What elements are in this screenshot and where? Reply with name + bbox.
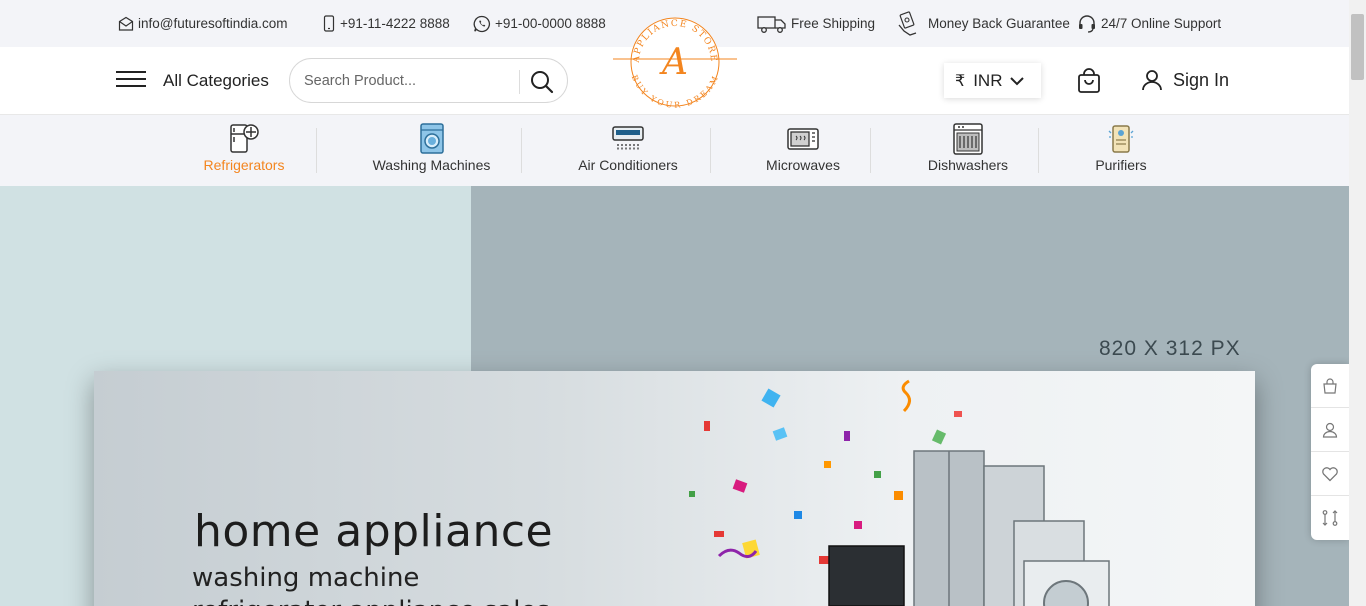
banner-subline-2: refrigerator appliance sales [192, 596, 550, 606]
floating-side-toolbar [1311, 364, 1349, 540]
category-divider [316, 128, 317, 173]
email-text: info@futuresoftindia.com [138, 16, 288, 31]
side-compare-button[interactable] [1311, 496, 1349, 540]
category-divider [521, 128, 522, 173]
whatsapp-link[interactable]: +91-00-0000 8888 [473, 0, 606, 47]
category-divider [1038, 128, 1039, 173]
category-refrigerators[interactable]: Refrigerators [190, 115, 298, 186]
hero-banner[interactable]: 820 X 312 PX home appliance washing mach… [0, 186, 1349, 606]
all-categories-link[interactable]: All Categories [163, 71, 269, 91]
sign-in-link[interactable]: Sign In [1141, 69, 1229, 91]
user-icon [1142, 70, 1162, 91]
scrollbar-thumb[interactable] [1351, 14, 1364, 80]
category-label: Dishwashers [927, 157, 1009, 173]
side-account-button[interactable] [1311, 408, 1349, 452]
currency-label: INR [973, 70, 1003, 90]
hamburger-menu-icon[interactable] [116, 71, 148, 91]
appliance-store-logo[interactable]: APPLIANCE STORE BUY YOUR DREAM A [613, 10, 737, 108]
shopping-bag-icon[interactable] [1076, 68, 1102, 94]
banner-promo-card: home appliance washing machine refrigera… [94, 371, 1255, 606]
category-divider [870, 128, 871, 173]
side-cart-button[interactable] [1311, 364, 1349, 408]
email-link[interactable]: info@futuresoftindia.com [118, 0, 288, 47]
category-label: Refrigerators [203, 157, 285, 173]
whatsapp-text: +91-00-0000 8888 [495, 16, 606, 31]
free-shipping-info: Free Shipping [757, 0, 875, 47]
search-box [289, 58, 568, 103]
free-shipping-text: Free Shipping [791, 16, 876, 31]
category-nav: Refrigerators Washing Machines Air Condi… [0, 115, 1349, 186]
user-icon [1322, 422, 1338, 438]
category-dishwashers[interactable]: Dishwashers [920, 115, 1016, 186]
cart-icon [1323, 377, 1337, 394]
delivery-truck-icon [757, 15, 786, 33]
online-support-text: 24/7 Online Support [1101, 16, 1222, 31]
side-wishlist-button[interactable] [1311, 452, 1349, 496]
refrigerator-icon [230, 124, 259, 153]
chevron-down-icon [1010, 76, 1025, 85]
svg-text:A: A [659, 42, 688, 83]
money-back-info: Money Back Guarantee [896, 0, 1070, 47]
appliances-confetti-illustration [689, 379, 1110, 606]
banner-size-label: 820 X 312 PX [1099, 337, 1241, 360]
category-label: Air Conditioners [578, 157, 678, 173]
category-microwaves[interactable]: Microwaves [760, 115, 846, 186]
heart-icon [1322, 466, 1338, 481]
whatsapp-icon [473, 15, 491, 32]
mobile-phone-icon [323, 15, 335, 32]
rupee-symbol: ₹ [955, 72, 966, 90]
category-air-conditioners[interactable]: Air Conditioners [570, 115, 686, 186]
banner-subline-1: washing machine [192, 563, 420, 593]
envelope-icon [118, 16, 134, 31]
air-conditioner-icon [612, 126, 644, 150]
phone-text: +91-11-4222 8888 [340, 16, 450, 31]
category-washing-machines[interactable]: Washing Machines [364, 115, 499, 186]
vertical-scrollbar[interactable] [1349, 0, 1366, 606]
banner-headline: home appliance [194, 506, 554, 557]
money-hand-icon [898, 10, 917, 36]
category-label: Microwaves [766, 157, 840, 173]
dishwasher-icon [953, 123, 983, 155]
microwave-icon [787, 128, 819, 150]
category-label: Purifiers [1095, 157, 1147, 173]
sign-in-label: Sign In [1173, 69, 1230, 90]
headset-icon [1079, 14, 1095, 33]
search-divider [519, 70, 520, 94]
search-icon[interactable] [529, 69, 555, 95]
money-back-text: Money Back Guarantee [928, 16, 1070, 31]
purifier-icon [1108, 125, 1134, 153]
category-purifiers[interactable]: Purifiers [1084, 115, 1158, 186]
online-support-info: 24/7 Online Support [1077, 0, 1221, 47]
category-divider [710, 128, 711, 173]
category-label: Washing Machines [372, 157, 491, 173]
compare-icon [1322, 510, 1338, 526]
search-input[interactable] [304, 70, 514, 92]
washing-machine-icon [419, 123, 444, 154]
currency-selector[interactable]: ₹ INR [944, 63, 1041, 98]
phone-link[interactable]: +91-11-4222 8888 [322, 0, 450, 47]
